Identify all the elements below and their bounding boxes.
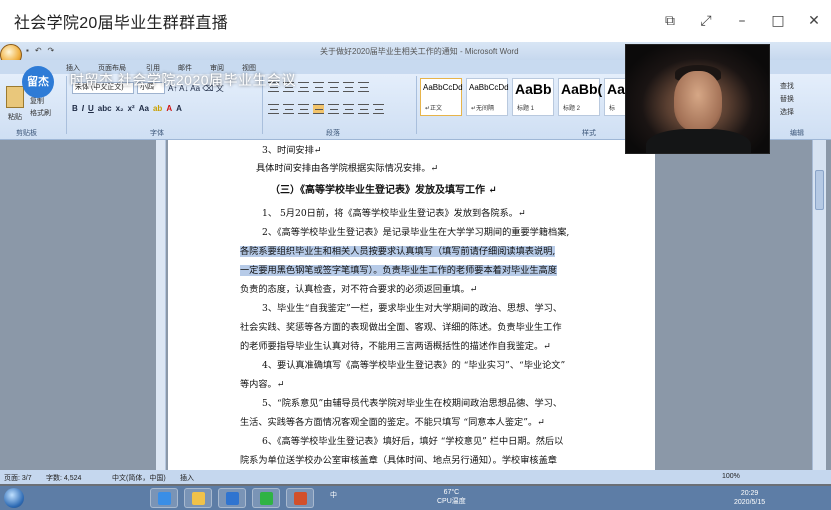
ie-icon <box>150 488 178 508</box>
redo-icon: ↷ <box>47 46 55 55</box>
doc-line: 社会实践、奖惩等各方面的表现做出全面、客观、详细的陈述。负责毕业生工作 <box>240 322 562 333</box>
doc-line: 5、“院系意见”由辅导员代表学院对毕业生在校期间政治思想品德、学习、 <box>262 398 563 409</box>
ime-indicator: 中 <box>330 492 337 499</box>
system-clock: 20:29 2020/5/15 <box>734 490 766 506</box>
presenter-title: 时留杰 社会学院2020届毕业生会议 <box>70 72 297 88</box>
align-left-icon <box>268 104 279 114</box>
shading-icon <box>358 104 369 114</box>
ribbon-separator <box>416 76 417 134</box>
highlight-icon: ab <box>152 104 163 113</box>
font-format-buttons: B I U abc x₂ x² Aa ab A A <box>72 104 182 113</box>
doc-line: 生活、实践等各方面情况客观全面的鉴定。不能只填写 “同意本人鉴定”。↵ <box>240 417 545 428</box>
close-icon[interactable]: ✕ <box>805 12 823 30</box>
doc-line: 4、要认真准确填写《高等学校毕业生登记表》的 “毕业实习”、“毕业论文” <box>262 360 566 371</box>
doc-line: 1、 5月20日前，将《高等学校毕业生登记表》发放到各院系。↵ <box>262 208 526 219</box>
format-painter-label: 格式刷 <box>30 110 51 117</box>
fullscreen-icon[interactable]: ⤢ <box>697 12 715 30</box>
style-normal: AaBbCcDd ↵正文 <box>420 78 463 116</box>
decrease-indent-icon <box>313 82 324 92</box>
doc-line-selected: 各院系要组织毕业生和相关人员按要求认真填写（填写前请仔细阅读填表说明, <box>240 246 556 257</box>
alignment-controls <box>268 104 384 114</box>
paste-label: 粘贴 <box>8 114 22 121</box>
clipboard-group-label: 剪贴板 <box>16 130 37 137</box>
styles-group-label: 样式 <box>582 130 596 137</box>
doc-line: 的老师要指导毕业生认真对待，不能用三言两语概括性的描述作自我鉴定。↵ <box>240 341 551 352</box>
editing-group-label: 编辑 <box>790 130 804 137</box>
style-heading-1: AaBb 标题 1 <box>512 78 554 116</box>
start-icon <box>4 488 24 508</box>
doc-line: 院系为单位送学校办公室审核盖章（具体时间、地点另行通知）。学校审核盖章 <box>240 455 557 466</box>
language-status: 中文(简体，中国) <box>112 475 166 482</box>
doc-heading: （三）《高等学校毕业生登记表》发放及填写工作 ↵ <box>270 185 497 196</box>
word-statusbar: 页面: 3/7 字数: 4,524 中文(简体，中国) 插入 100% <box>0 470 831 484</box>
ribbon-separator <box>66 76 67 134</box>
select-label: 选择 <box>780 109 794 116</box>
undo-icon: ↶ <box>34 46 42 55</box>
save-icon: ▪ <box>26 46 29 55</box>
window-controls: ⧉ ⤢ – □ ✕ <box>661 12 823 30</box>
doc-line: 等内容。↵ <box>240 379 285 390</box>
app-icon <box>218 488 246 508</box>
window-titlebar: 社会学院20届毕业生群群直播 ⧉ ⤢ – □ ✕ <box>0 0 831 42</box>
underline-icon: U <box>88 104 94 113</box>
char-border-icon: A <box>176 104 182 113</box>
system-tray: 中 <box>330 490 337 500</box>
replace-label: 替换 <box>780 96 794 103</box>
superscript-icon: x² <box>127 104 135 113</box>
maximize-icon[interactable]: □ <box>769 12 787 30</box>
doc-line: 3、毕业生“自我鉴定”一栏，要求毕业生对大学期间的政治、思想、学习、 <box>262 303 563 314</box>
minimize-icon[interactable]: – <box>733 12 751 30</box>
sort-icon <box>343 82 354 92</box>
presenter-webcam <box>625 44 770 154</box>
styles-gallery: AaBbCcDd ↵正文 AaBbCcDd ↵无间隔 AaBb 标题 1 AaB… <box>420 78 628 116</box>
doc-line: 6、《高等学校毕业生登记表》填好后，填好 “学校意见” 栏中日期。然后以 <box>262 436 564 447</box>
scrollbar-thumb <box>815 170 824 210</box>
paste-icon <box>6 86 24 108</box>
powerpoint-icon <box>286 488 314 508</box>
insert-mode: 插入 <box>180 475 194 482</box>
show-marks-icon <box>358 82 369 92</box>
italic-icon: I <box>81 104 85 113</box>
distributed-icon <box>328 104 339 114</box>
font-group-label: 字体 <box>150 130 164 137</box>
align-center-icon <box>283 104 294 114</box>
line-spacing-icon <box>343 104 354 114</box>
doc-line: 2、《高等学校毕业生登记表》是记录毕业生在大学学习期间的重要学籍档案, <box>262 227 570 238</box>
borders-icon <box>373 104 384 114</box>
justify-icon <box>313 104 324 114</box>
style-heading-2: AaBb( 标题 2 <box>558 78 602 116</box>
find-label: 查找 <box>780 83 794 90</box>
multilevel-list-icon <box>298 82 309 92</box>
zoom-level: 100% <box>722 473 740 480</box>
quick-access-toolbar: ▪ ↶ ↷ <box>26 46 54 55</box>
doc-line: 3、时间安排↵ <box>262 145 322 156</box>
folder-icon <box>184 488 212 508</box>
cpu-temperature: 67°C CPU温度 <box>437 489 466 505</box>
live-video: 关于做好2020届毕业生相关工作的通知 - Microsoft Word ▪ ↶… <box>0 42 831 510</box>
presenter-avatar: 留杰 <box>22 66 54 98</box>
doc-line-selected: 一定要用黑色钢笔或签字笔填写）。负责毕业生工作的老师要本着对毕业生高度 <box>240 265 557 276</box>
subscript-icon: x₂ <box>115 104 124 113</box>
word-count: 字数: 4,524 <box>46 475 82 482</box>
window-title: 社会学院20届毕业生群群直播 <box>14 15 228 32</box>
vertical-scrollbar <box>812 140 826 470</box>
increase-indent-icon <box>328 82 339 92</box>
wechat-icon <box>252 488 280 508</box>
strikethrough-icon: abc <box>97 104 112 113</box>
vertical-ruler <box>156 140 166 470</box>
page-count: 页面: 3/7 <box>4 475 32 482</box>
bold-icon: B <box>72 104 78 113</box>
align-right-icon <box>298 104 309 114</box>
share-icon[interactable]: ⧉ <box>661 12 679 30</box>
paragraph-group-label: 段落 <box>326 130 340 137</box>
word-doc-title: 关于做好2020届毕业生相关工作的通知 - Microsoft Word <box>320 47 519 56</box>
font-color-icon: A <box>166 104 173 113</box>
taskbar: 中 67°C CPU温度 20:29 2020/5/15 <box>0 486 831 510</box>
doc-line: 负责的态度，认真检查，对不符合要求的必须返回重填。↵ <box>240 284 478 295</box>
change-case-icon: Aa <box>138 104 149 113</box>
doc-line: 具体时间安排由各学院根据实际情况安排。↵ <box>256 163 439 174</box>
editing-group: 查找 替换 选择 <box>780 80 794 119</box>
style-no-spacing: AaBbCcDd ↵无间隔 <box>466 78 509 116</box>
